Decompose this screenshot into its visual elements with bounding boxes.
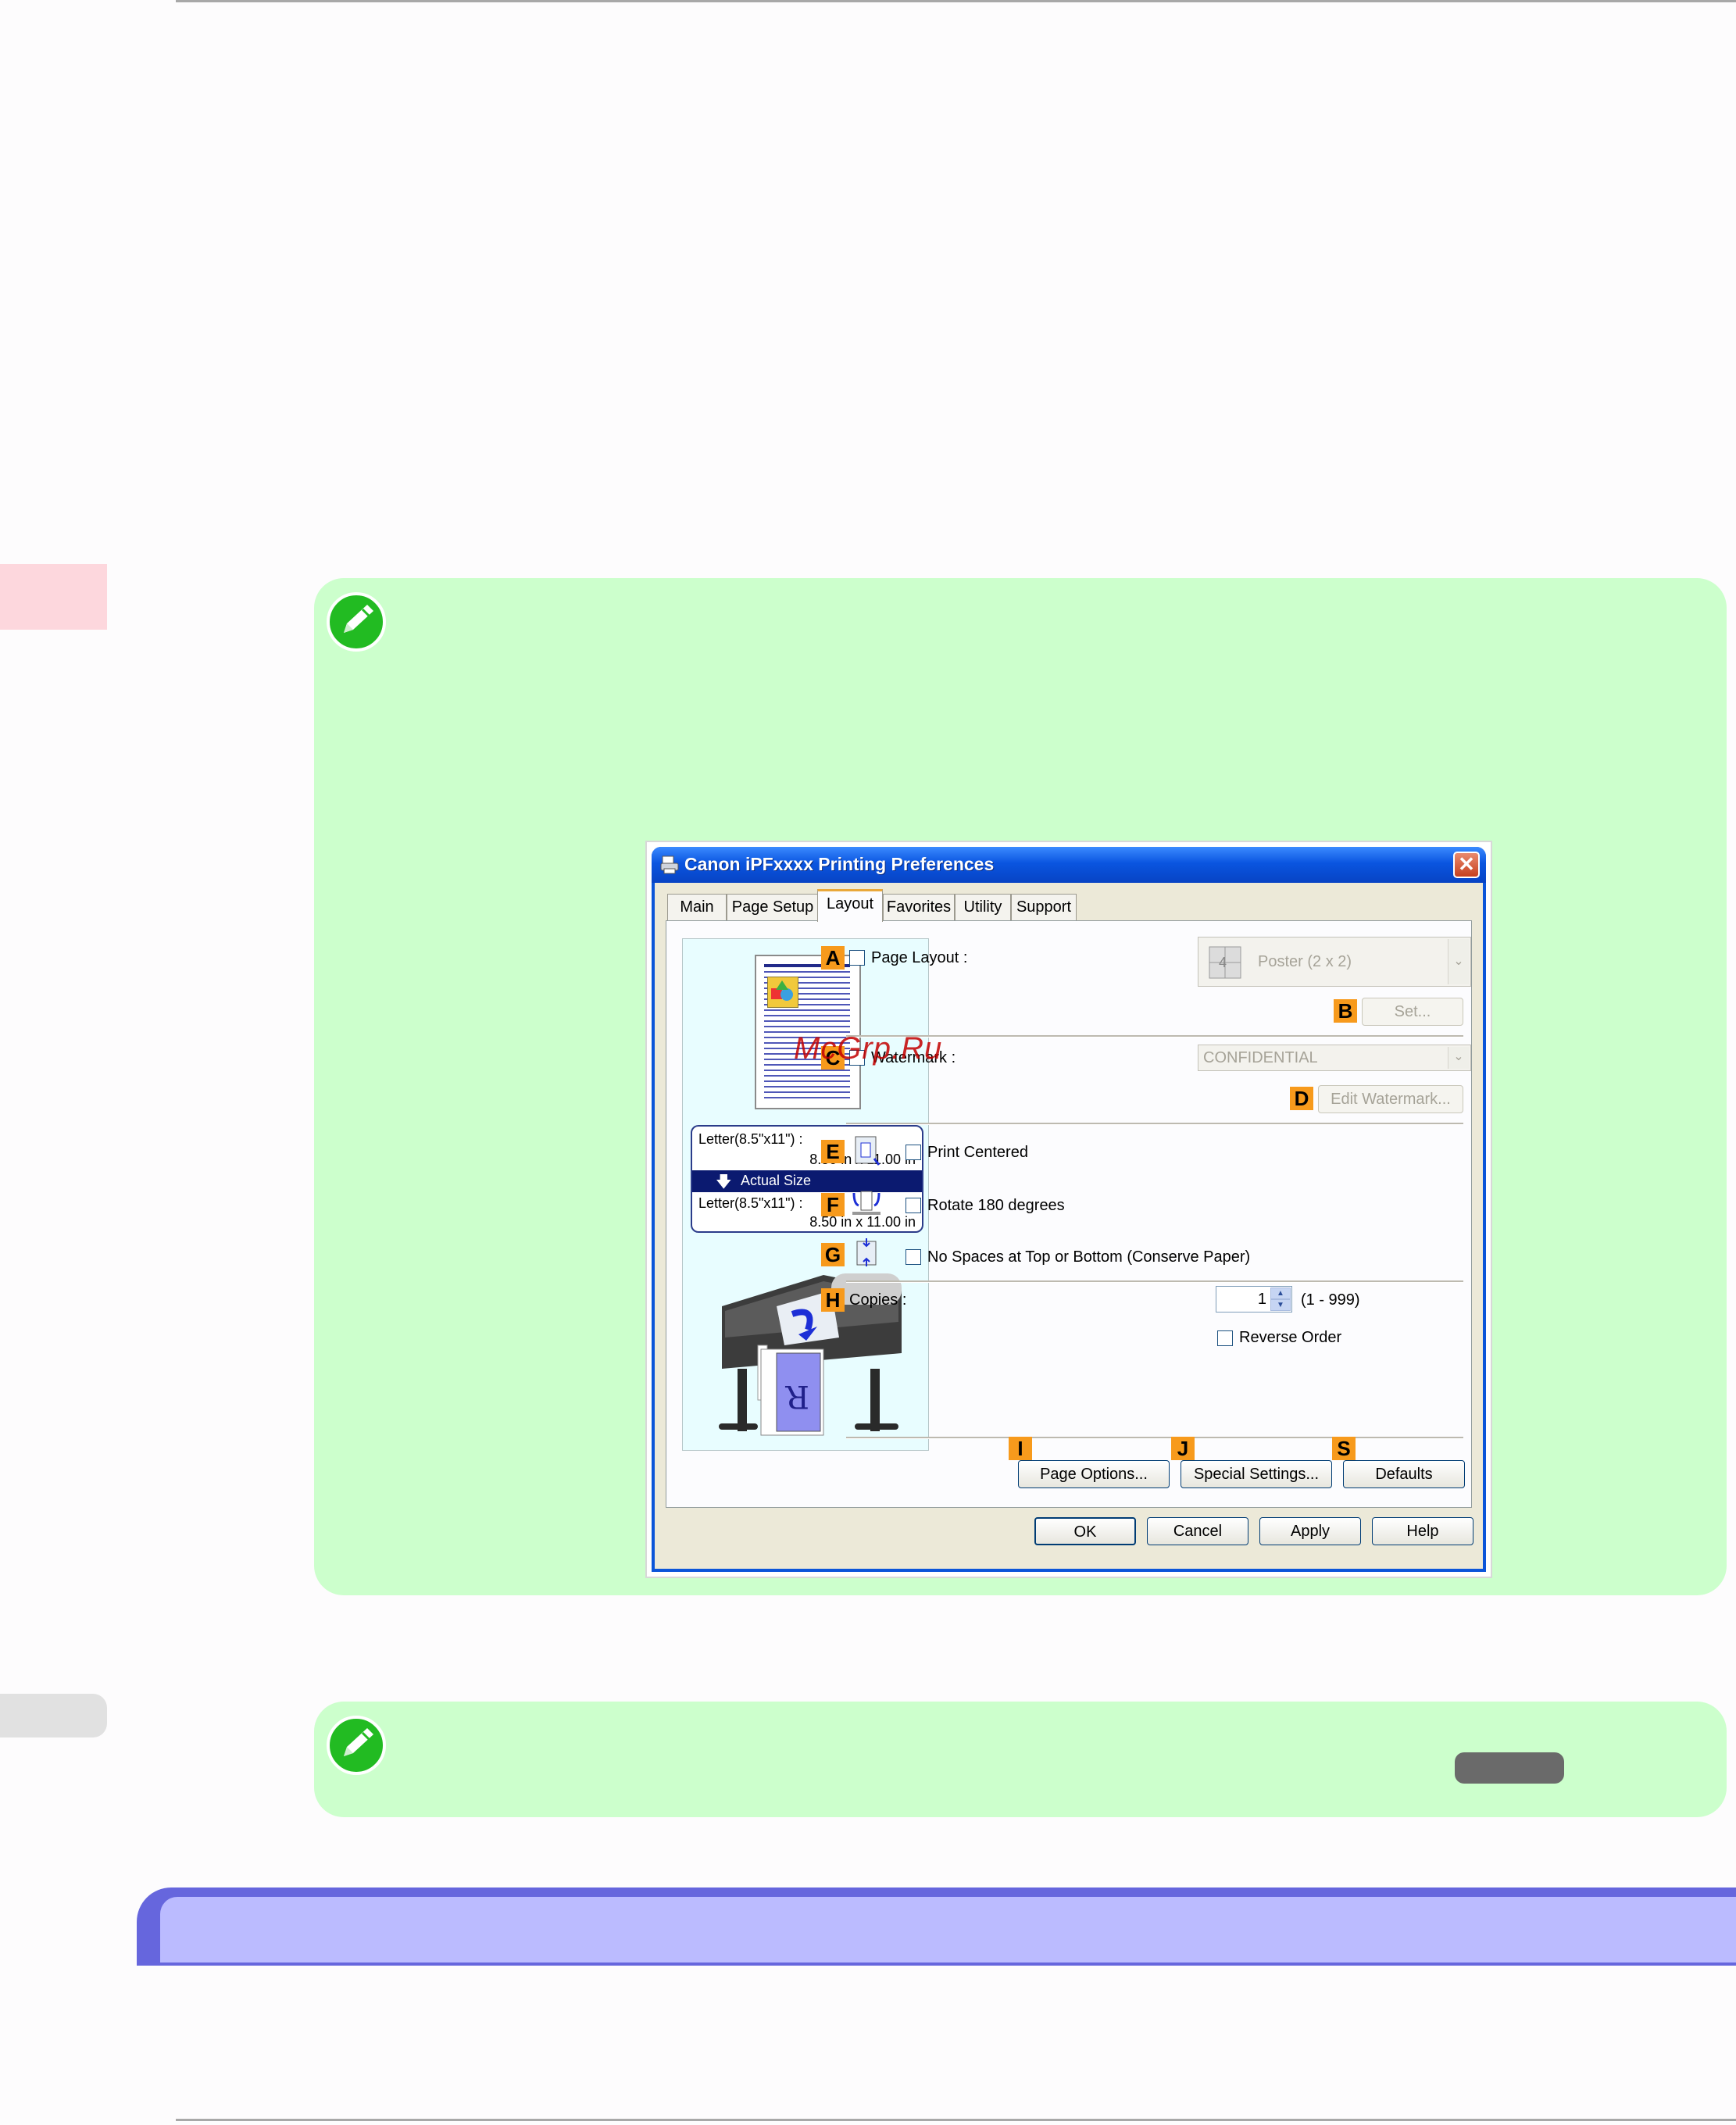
copies-label: Copies :	[849, 1291, 907, 1309]
source-size: Letter(8.5"x11") :	[698, 1131, 803, 1147]
no-spaces-label: No Spaces at Top or Bottom (Conserve Pap…	[927, 1248, 1251, 1266]
rotate-180-label: Rotate 180 degrees	[927, 1197, 1065, 1214]
chapter-tab	[0, 564, 107, 630]
scaling-band: 🡇 Actual Size	[692, 1170, 922, 1192]
dialog-window: Canon iPFxxxx Printing Preferences ✕ Mai…	[652, 847, 1486, 1572]
copies-value: 1	[1257, 1291, 1266, 1308]
page-layout-value: Poster (2 x 2)	[1258, 953, 1352, 970]
cancel-button[interactable]: Cancel	[1147, 1517, 1248, 1545]
conserve-paper-icon	[856, 1238, 877, 1266]
marker-i: I	[1009, 1437, 1032, 1460]
page-layout-label: Page Layout :	[871, 949, 968, 966]
rotate-icon	[852, 1191, 881, 1215]
watermark-overlay: McGrp.Ru	[794, 1031, 943, 1066]
output-size: Letter(8.5"x11") :	[698, 1195, 803, 1211]
chevron-down-icon: ⌄	[1448, 939, 1469, 984]
marker-h: H	[821, 1288, 845, 1312]
marker-e: E	[821, 1140, 845, 1163]
apply-button[interactable]: Apply	[1259, 1517, 1361, 1545]
dialog-title: Canon iPFxxxx Printing Preferences	[684, 854, 995, 874]
tab-favorites[interactable]: Favorites	[883, 894, 955, 920]
print-centered-icon	[855, 1136, 881, 1166]
marker-s: S	[1332, 1437, 1356, 1460]
marker-b: B	[1334, 999, 1357, 1023]
divider	[846, 1280, 1463, 1283]
help-button[interactable]: Help	[1372, 1517, 1473, 1545]
close-button[interactable]: ✕	[1453, 852, 1480, 878]
section-heading-fill	[160, 1897, 1736, 1962]
set-button[interactable]: Set...	[1362, 998, 1463, 1026]
printing-preferences-screenshot: Canon iPFxxxx Printing Preferences ✕ Mai…	[645, 841, 1492, 1578]
edit-watermark-button[interactable]: Edit Watermark...	[1318, 1085, 1463, 1113]
title-bar: Canon iPFxxxx Printing Preferences ✕	[652, 847, 1486, 883]
special-settings-button[interactable]: Special Settings...	[1181, 1460, 1332, 1488]
print-centered-label: Print Centered	[927, 1144, 1028, 1161]
rotate-180-checkbox[interactable]	[906, 1198, 921, 1213]
dialog-client: Main Page Setup Layout Favorites Utility…	[655, 883, 1483, 1569]
page-layout-select[interactable]: 4 Poster (2 x 2) ⌄	[1198, 937, 1471, 987]
reverse-order-label: Reverse Order	[1239, 1329, 1342, 1346]
marker-d: D	[1290, 1087, 1313, 1110]
note-pencil-icon	[327, 1716, 386, 1775]
printer-icon	[660, 855, 679, 874]
page-layout-checkbox[interactable]	[849, 950, 865, 966]
printer-illustration: R	[719, 1273, 902, 1436]
spin-down-icon[interactable]: ▼	[1270, 1299, 1291, 1311]
poster-layout-icon: 4	[1209, 946, 1241, 979]
marker-j: J	[1171, 1437, 1195, 1460]
divider	[846, 1123, 1463, 1125]
bottom-rule	[176, 2119, 1736, 2121]
reverse-order-checkbox[interactable]	[1217, 1330, 1233, 1346]
watermark-select[interactable]: CONFIDENTIAL ⌄	[1198, 1045, 1471, 1071]
defaults-button[interactable]: Defaults	[1343, 1460, 1465, 1488]
paper-size-summary: Letter(8.5"x11") : 8.50 in x 11.00 in 🡇 …	[691, 1125, 923, 1233]
tab-main[interactable]: Main	[667, 894, 727, 920]
page-reference-link[interactable]	[1455, 1752, 1564, 1784]
marker-a: A	[821, 946, 845, 970]
no-spaces-checkbox[interactable]	[906, 1249, 921, 1265]
down-arrow-icon: 🡇	[716, 1173, 732, 1191]
section-tab	[0, 1694, 107, 1738]
copies-range: (1 - 999)	[1301, 1291, 1360, 1309]
ok-button[interactable]: OK	[1034, 1517, 1136, 1545]
tab-page-setup[interactable]: Page Setup	[727, 894, 819, 920]
marker-g: G	[821, 1243, 845, 1266]
tab-utility[interactable]: Utility	[955, 894, 1011, 920]
tab-support[interactable]: Support	[1011, 894, 1077, 920]
note-pencil-icon	[327, 592, 386, 652]
image-thumbnail-icon	[767, 977, 798, 1008]
scaling-value: Actual Size	[741, 1173, 812, 1188]
preview-area: Letter(8.5"x11") : 8.50 in x 11.00 in 🡇 …	[682, 938, 929, 1451]
layout-panel: Letter(8.5"x11") : 8.50 in x 11.00 in 🡇 …	[666, 920, 1472, 1508]
copies-stepper[interactable]: 1 ▲ ▼	[1216, 1286, 1292, 1312]
svg-text:4: 4	[1219, 955, 1227, 970]
page-options-button[interactable]: Page Options...	[1018, 1460, 1170, 1488]
spin-up-icon[interactable]: ▲	[1270, 1288, 1291, 1299]
top-rule	[176, 0, 1736, 2]
watermark-value: CONFIDENTIAL	[1203, 1049, 1318, 1066]
svg-text:R: R	[784, 1378, 809, 1414]
marker-f: F	[821, 1193, 845, 1216]
print-centered-checkbox[interactable]	[906, 1145, 921, 1160]
chevron-down-icon: ⌄	[1448, 1047, 1469, 1069]
divider	[846, 1437, 1463, 1439]
tab-layout[interactable]: Layout	[817, 889, 883, 922]
